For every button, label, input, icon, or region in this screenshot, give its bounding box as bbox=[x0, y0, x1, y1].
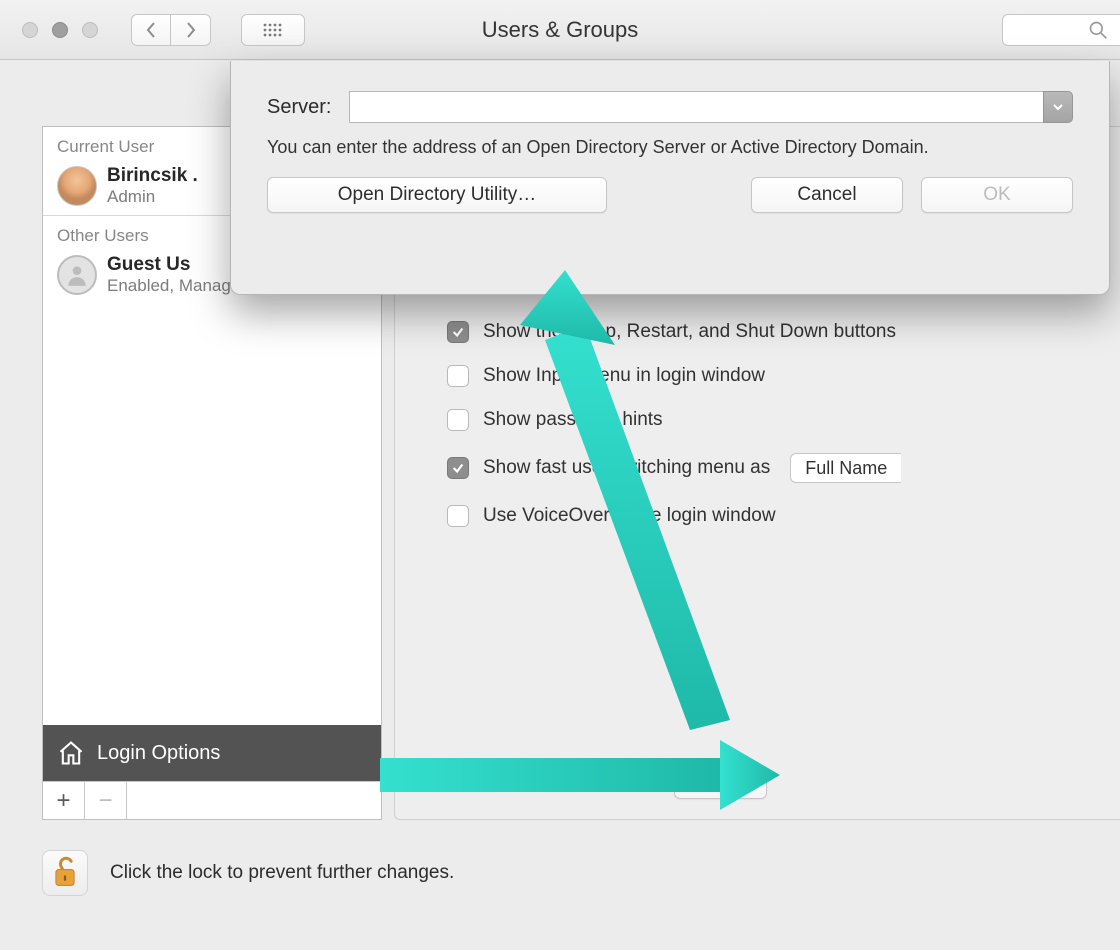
show-all-button[interactable] bbox=[241, 14, 305, 46]
current-user-role: Admin bbox=[107, 187, 198, 207]
option-label: Show Input menu in login window bbox=[483, 365, 765, 387]
close-window-button[interactable] bbox=[22, 22, 38, 38]
checkbox-checked-icon[interactable] bbox=[447, 321, 469, 343]
titlebar: Users & Groups bbox=[0, 0, 1120, 60]
search-icon bbox=[1088, 20, 1108, 40]
option-sleep-restart[interactable]: Show the Sleep, Restart, and Shut Down b… bbox=[447, 321, 1100, 343]
lock-text: Click the lock to prevent further change… bbox=[110, 862, 454, 884]
ok-button[interactable]: OK bbox=[921, 177, 1073, 213]
guest-avatar-icon bbox=[57, 255, 97, 295]
checkbox-icon[interactable] bbox=[447, 505, 469, 527]
checkbox-icon[interactable] bbox=[447, 365, 469, 387]
nav-buttons bbox=[131, 14, 211, 46]
guest-user-name: Guest Us bbox=[107, 255, 250, 276]
add-user-button[interactable]: + bbox=[43, 782, 85, 820]
server-label: Server: bbox=[267, 96, 331, 119]
option-label: Show fast user switching menu as bbox=[483, 457, 770, 479]
server-combobox[interactable] bbox=[349, 91, 1073, 123]
server-dropdown-arrow[interactable] bbox=[1043, 91, 1073, 123]
option-label: Use VoiceOver in the login window bbox=[483, 505, 776, 527]
remove-user-button[interactable]: − bbox=[85, 782, 127, 820]
checkbox-checked-icon[interactable] bbox=[447, 457, 469, 479]
lock-row: Click the lock to prevent further change… bbox=[42, 850, 454, 896]
user-avatar-icon bbox=[57, 166, 97, 206]
current-user-name: Birincsik . bbox=[107, 166, 198, 187]
server-input[interactable] bbox=[349, 91, 1043, 123]
add-remove-bar: + − bbox=[43, 781, 381, 819]
option-label: Show password hints bbox=[483, 409, 663, 431]
open-directory-utility-button[interactable]: Open Directory Utility… bbox=[267, 177, 607, 213]
zoom-window-button[interactable] bbox=[82, 22, 98, 38]
back-button[interactable] bbox=[131, 14, 171, 46]
cancel-button[interactable]: Cancel bbox=[751, 177, 903, 213]
home-icon bbox=[57, 739, 85, 767]
option-label: Show the Sleep, Restart, and Shut Down b… bbox=[483, 321, 896, 343]
forward-button[interactable] bbox=[171, 14, 211, 46]
option-voiceover[interactable]: Use VoiceOver in the login window bbox=[447, 505, 1100, 527]
search-field[interactable] bbox=[1002, 14, 1120, 46]
login-options-label: Login Options bbox=[97, 742, 220, 765]
directory-sheet: Server: You can enter the address of an … bbox=[230, 61, 1110, 295]
option-fast-user-switching[interactable]: Show fast user switching menu as Full Na… bbox=[447, 453, 1100, 483]
guest-user-status: Enabled, Managed bbox=[107, 276, 250, 296]
checkbox-icon[interactable] bbox=[447, 409, 469, 431]
unlocked-lock-icon bbox=[51, 856, 79, 890]
network-account-server-label: Network Account Server: bbox=[447, 772, 656, 794]
lock-button[interactable] bbox=[42, 850, 88, 896]
chevron-down-icon bbox=[1052, 101, 1064, 113]
join-button[interactable]: Join… bbox=[674, 767, 767, 799]
window-controls bbox=[22, 22, 98, 38]
option-password-hints[interactable]: Show password hints bbox=[447, 409, 1100, 431]
minimize-window-button[interactable] bbox=[52, 22, 68, 38]
fast-user-switching-dropdown[interactable]: Full Name bbox=[790, 453, 901, 483]
login-options-row[interactable]: Login Options bbox=[43, 725, 381, 781]
option-input-menu[interactable]: Show Input menu in login window bbox=[447, 365, 1100, 387]
server-help-text: You can enter the address of an Open Dir… bbox=[267, 135, 1073, 159]
